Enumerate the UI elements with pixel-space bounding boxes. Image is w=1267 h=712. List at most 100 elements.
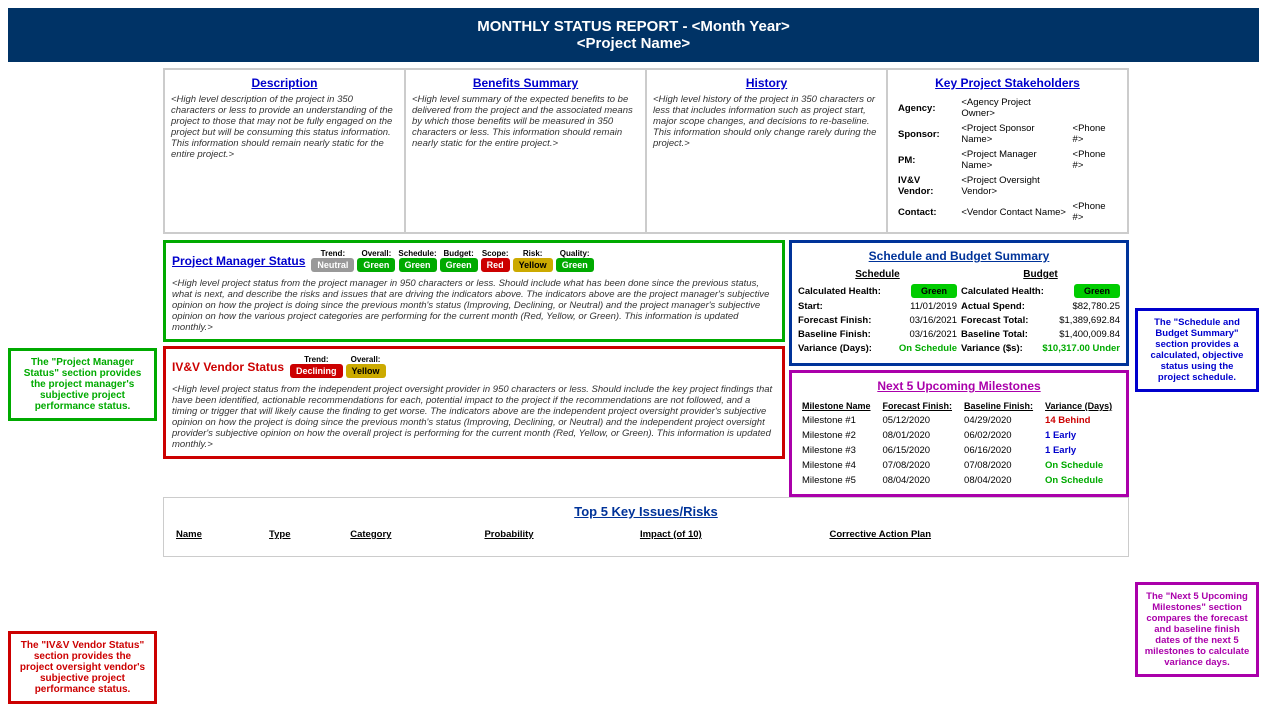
ivv-trend-pill: Declining [290, 364, 343, 378]
overall-tag: Overall: Green [357, 249, 395, 272]
col-name-header: Name [172, 527, 263, 542]
annotation-milestones: The "Next 5 Upcoming Milestones" section… [1135, 582, 1259, 677]
history-cell: History <High level history of the proje… [646, 69, 887, 233]
milestone-variance: On Schedule [1041, 473, 1120, 488]
milestone-forecast: 05/12/2020 [879, 413, 961, 428]
annotation-pm: The "Project Manager Status" section pro… [8, 348, 157, 421]
ivv-status-tags: Trend: Declining Overall: Yellow [290, 355, 386, 378]
milestone-variance: 1 Early [1041, 443, 1120, 458]
forecast-total-value: $1,389,692.84 [1059, 315, 1120, 326]
pm-ivv-column: Project Manager Status Trend: Neutral Ov… [163, 240, 789, 497]
budget-col-title: Budget [961, 269, 1120, 280]
col-name: Milestone Name [798, 399, 879, 413]
col-action-header: Corrective Action Plan [825, 527, 1120, 542]
contact-label: Contact: [896, 200, 957, 224]
forecast-finish-row: Forecast Finish: 03/16/2021 [798, 315, 957, 326]
milestones-title: Next 5 Upcoming Milestones [798, 379, 1120, 393]
milestone-variance: 14 Behind [1041, 413, 1120, 428]
middle-section: Project Manager Status Trend: Neutral Ov… [163, 240, 1129, 497]
benefits-cell: Benefits Summary <High level summary of … [405, 69, 646, 233]
table-row: Agency: <Agency Project Owner> [896, 96, 1119, 120]
baseline-total-value: $1,400,009.84 [1059, 329, 1120, 340]
budget-col: Budget Calculated Health: Green Actual S… [961, 269, 1120, 357]
table-row: Milestone #5 08/04/2020 08/04/2020 On Sc… [798, 473, 1120, 488]
milestone-name: Milestone #5 [798, 473, 879, 488]
annotation-ivv: The "IV&V Vendor Status" section provide… [8, 631, 157, 704]
budget-tag: Budget: Green [440, 249, 478, 272]
budget-pill: Green [440, 258, 478, 272]
pm-value: <Project Manager Name> [959, 148, 1068, 172]
trend-pill: Neutral [311, 258, 354, 272]
table-row: IV&V Vendor: <Project Oversight Vendor> [896, 174, 1119, 198]
table-row: Milestone #3 06/15/2020 06/16/2020 1 Ear… [798, 443, 1120, 458]
issue-type [265, 544, 344, 548]
start-row: Start: 11/01/2019 [798, 301, 957, 312]
ivv-trend-tag: Trend: Declining [290, 355, 343, 378]
description-cell: Description <High level description of t… [164, 69, 405, 233]
pm-status-section: Project Manager Status Trend: Neutral Ov… [163, 240, 785, 342]
annotation-schedule: The "Schedule and Budget Summary" sectio… [1135, 308, 1259, 392]
risk-tag: Risk: Yellow [513, 249, 553, 272]
col-probability-header: Probability [480, 527, 633, 542]
milestone-forecast: 08/01/2020 [879, 428, 961, 443]
pm-text: <High level project status from the proj… [172, 278, 776, 333]
col-baseline: Baseline Finish: [960, 399, 1041, 413]
milestone-forecast: 06/15/2020 [879, 443, 961, 458]
variance-days-value: On Schedule [899, 343, 957, 354]
milestone-forecast: 08/04/2020 [879, 473, 961, 488]
ivv-overall-pill: Yellow [346, 364, 386, 378]
sb-grid: Schedule Calculated Health: Green Start:… [798, 269, 1120, 357]
ivv-title: IV&V Vendor Status [172, 360, 284, 374]
col-category-header: Category [346, 527, 478, 542]
sponsor-label: Sponsor: [896, 122, 957, 146]
header-line2: <Project Name> [16, 35, 1251, 52]
milestone-forecast: 07/08/2020 [879, 458, 961, 473]
ivv-label: IV&V Vendor: [896, 174, 957, 198]
benefits-title: Benefits Summary [412, 76, 639, 90]
ivv-text: <High level project status from the inde… [172, 384, 776, 450]
milestone-name: Milestone #2 [798, 428, 879, 443]
main-content: Description <High level description of t… [163, 68, 1129, 704]
history-text: <High level history of the project in 35… [653, 94, 880, 149]
header-line1: MONTHLY STATUS REPORT - <Month Year> [16, 18, 1251, 35]
sponsor-value: <Project Sponsor Name> [959, 122, 1068, 146]
agency-value: <Agency Project Owner> [959, 96, 1068, 120]
scope-pill: Red [481, 258, 510, 272]
schedule-health-row: Calculated Health: Green [798, 284, 957, 298]
contact-phone: <Phone #> [1071, 200, 1119, 224]
col-type-header: Type [265, 527, 344, 542]
issues-risks-title: Top 5 Key Issues/Risks [170, 504, 1122, 519]
benefits-text: <High level summary of the expected bene… [412, 94, 639, 149]
schedule-tag: Schedule: Green [398, 249, 436, 272]
risk-pill: Yellow [513, 258, 553, 272]
pm-phone: <Phone #> [1071, 148, 1119, 172]
milestone-baseline: 06/02/2020 [960, 428, 1041, 443]
schedule-col-title: Schedule [798, 269, 957, 280]
schedule-pill: Green [399, 258, 437, 272]
issues-table: Name Type Category Probability Impact (o… [170, 525, 1122, 550]
pm-status-tags: Trend: Neutral Overall: Green Schedule: … [311, 249, 593, 272]
issues-header-row: Name Type Category Probability Impact (o… [172, 527, 1120, 542]
issue-impact [636, 544, 824, 548]
ivv-status-section: IV&V Vendor Status Trend: Declining Over… [163, 346, 785, 459]
scope-tag: Scope: Red [481, 249, 510, 272]
budget-health-row: Calculated Health: Green [961, 284, 1120, 298]
issue-category [346, 544, 478, 548]
stakeholders-title: Key Project Stakeholders [894, 76, 1121, 90]
ivv-header: IV&V Vendor Status Trend: Declining Over… [172, 355, 776, 378]
col-impact-header: Impact (of 10) [636, 527, 824, 542]
milestone-baseline: 06/16/2020 [960, 443, 1041, 458]
baseline-finish-row: Baseline Finish: 03/16/2021 [798, 329, 957, 340]
milestone-name: Milestone #1 [798, 413, 879, 428]
issue-name [172, 544, 263, 548]
top-info-section: Description <High level description of t… [163, 68, 1129, 234]
pm-label: PM: [896, 148, 957, 172]
budget-health-pill: Green [1074, 284, 1120, 298]
variance-days-row: Variance (Days): On Schedule [798, 343, 957, 354]
variance-dollars-row: Variance ($s): $10,317.00 Under [961, 343, 1120, 354]
milestone-name: Milestone #4 [798, 458, 879, 473]
variance-dollars-value: $10,317.00 Under [1042, 343, 1120, 354]
milestones-table: Milestone Name Forecast Finish: Baseline… [798, 399, 1120, 488]
forecast-finish-value: 03/16/2021 [909, 315, 957, 326]
issue-probability [480, 544, 633, 548]
